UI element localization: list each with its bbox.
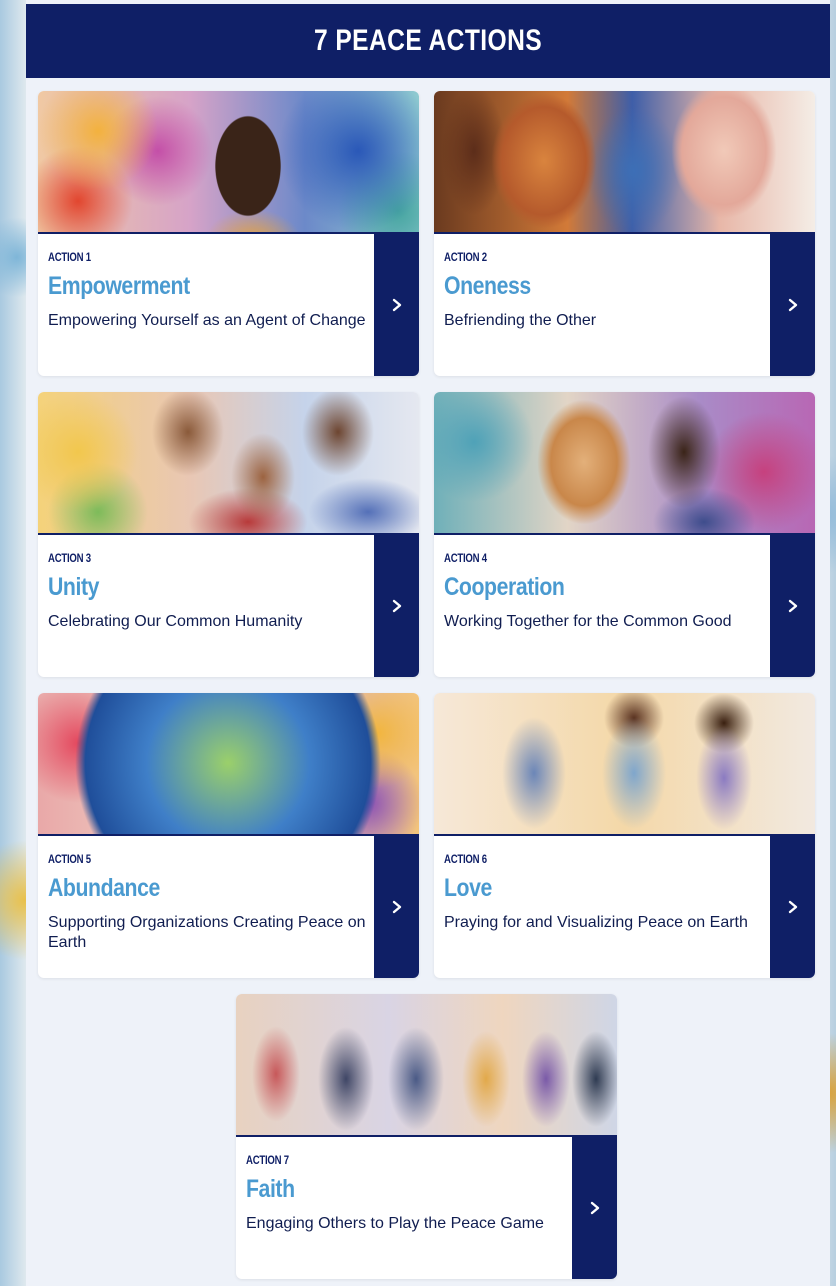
- action-image-abundance: [38, 693, 419, 836]
- action-description: Celebrating Our Common Humanity: [48, 613, 303, 630]
- action-4-arrow-button[interactable]: [770, 535, 815, 677]
- action-card-2[interactable]: ACTION 2 Oneness Befriending the Other: [434, 91, 815, 376]
- action-card-5[interactable]: ACTION 5 Abundance Supporting Organizati…: [38, 693, 419, 978]
- action-card-body: ACTION 3 Unity Celebrating Our Common Hu…: [38, 535, 374, 677]
- action-image-oneness: [434, 91, 815, 234]
- chevron-right-icon: [390, 900, 404, 914]
- action-card-3[interactable]: ACTION 3 Unity Celebrating Our Common Hu…: [38, 392, 419, 677]
- chevron-right-icon: [786, 298, 800, 312]
- action-image-cooperation: [434, 392, 815, 535]
- action-7-arrow-button[interactable]: [572, 1137, 617, 1279]
- action-title: Empowerment: [48, 272, 190, 300]
- chevron-right-icon: [390, 599, 404, 613]
- action-card-body: ACTION 7 Faith Engaging Others to Play t…: [236, 1137, 572, 1279]
- action-image-unity: [38, 392, 419, 535]
- peace-actions-panel: 7 PEACE ACTIONS ACTION 1 Empowerment Emp…: [26, 0, 830, 1286]
- action-card-4[interactable]: ACTION 4 Cooperation Working Together fo…: [434, 392, 815, 677]
- action-card-1[interactable]: ACTION 1 Empowerment Empowering Yourself…: [38, 91, 419, 376]
- action-title: Cooperation: [444, 573, 565, 601]
- action-title: Unity: [48, 573, 99, 601]
- action-card-body: ACTION 6 Love Praying for and Visualizin…: [434, 836, 770, 978]
- chevron-right-icon: [786, 599, 800, 613]
- action-title: Faith: [246, 1175, 295, 1203]
- chevron-right-icon: [390, 298, 404, 312]
- action-card-body: ACTION 1 Empowerment Empowering Yourself…: [38, 234, 374, 376]
- action-image-faith: [236, 994, 617, 1137]
- action-title: Oneness: [444, 272, 531, 300]
- action-card-body: ACTION 2 Oneness Befriending the Other: [434, 234, 770, 376]
- action-2-arrow-button[interactable]: [770, 234, 815, 376]
- action-number: ACTION 6: [444, 852, 487, 866]
- action-description: Praying for and Visualizing Peace on Ear…: [444, 914, 748, 931]
- action-number: ACTION 4: [444, 551, 487, 565]
- action-card-body: ACTION 5 Abundance Supporting Organizati…: [38, 836, 374, 978]
- action-number: ACTION 3: [48, 551, 91, 565]
- action-card-body: ACTION 4 Cooperation Working Together fo…: [434, 535, 770, 677]
- action-card-7[interactable]: ACTION 7 Faith Engaging Others to Play t…: [236, 994, 617, 1279]
- action-number: ACTION 1: [48, 250, 91, 264]
- action-5-arrow-button[interactable]: [374, 836, 419, 978]
- action-image-love: [434, 693, 815, 836]
- action-description: Working Together for the Common Good: [444, 613, 732, 630]
- chevron-right-icon: [786, 900, 800, 914]
- action-number: ACTION 2: [444, 250, 487, 264]
- action-title: Abundance: [48, 874, 160, 902]
- action-1-arrow-button[interactable]: [374, 234, 419, 376]
- action-3-arrow-button[interactable]: [374, 535, 419, 677]
- action-number: ACTION 7: [246, 1153, 289, 1167]
- action-description: Befriending the Other: [444, 312, 597, 329]
- action-title: Love: [444, 874, 492, 902]
- page-title: 7 PEACE ACTIONS: [313, 24, 543, 57]
- action-image-empowerment: [38, 91, 419, 234]
- action-number: ACTION 5: [48, 852, 91, 866]
- page-header: 7 PEACE ACTIONS: [26, 4, 830, 78]
- action-description: Supporting Organizations Creating Peace …: [48, 914, 366, 951]
- action-description: Empowering Yourself as an Agent of Chang…: [48, 312, 366, 329]
- chevron-right-icon: [588, 1201, 602, 1215]
- action-6-arrow-button[interactable]: [770, 836, 815, 978]
- action-description: Engaging Others to Play the Peace Game: [246, 1215, 544, 1232]
- action-card-6[interactable]: ACTION 6 Love Praying for and Visualizin…: [434, 693, 815, 978]
